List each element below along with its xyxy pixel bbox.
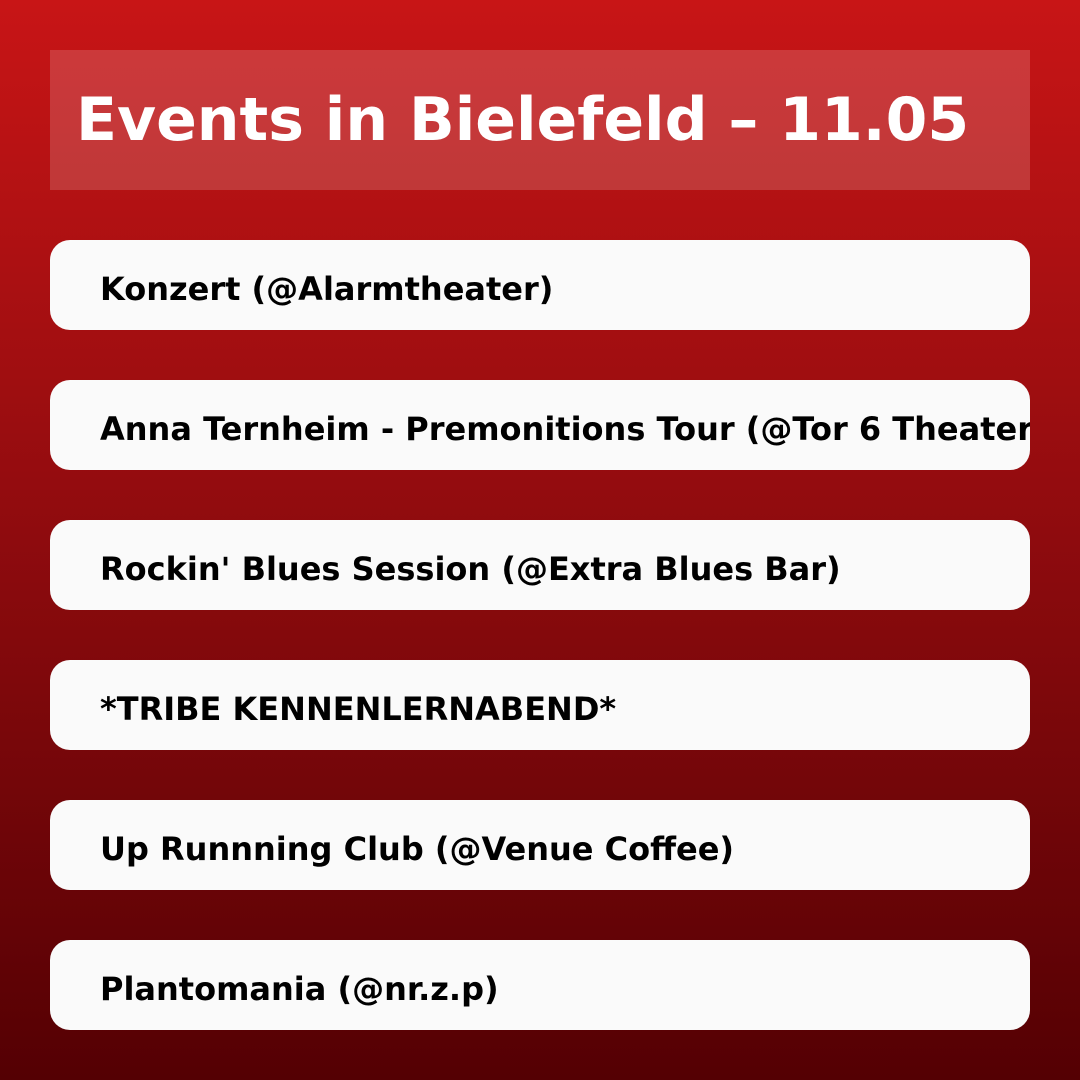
event-card[interactable]: Up Runnning Club (@Venue Coffee) — [50, 800, 1030, 890]
event-card[interactable]: Konzert (@Alarmtheater) — [50, 240, 1030, 330]
event-label: Plantomania (@nr.z.p) — [100, 970, 499, 1008]
event-card[interactable]: Plantomania (@nr.z.p) — [50, 940, 1030, 1030]
event-label: Konzert (@Alarmtheater) — [100, 270, 554, 308]
page-title: Events in Bielefeld – 11.05 — [76, 85, 970, 155]
event-card[interactable]: Anna Ternheim - Premonitions Tour (@Tor … — [50, 380, 1030, 470]
event-label: Rockin' Blues Session (@Extra Blues Bar) — [100, 550, 841, 588]
event-card[interactable]: *TRIBE KENNENLERNABEND* — [50, 660, 1030, 750]
event-label: Up Runnning Club (@Venue Coffee) — [100, 830, 735, 868]
event-label: Anna Ternheim - Premonitions Tour (@Tor … — [100, 410, 1030, 448]
event-card[interactable]: Rockin' Blues Session (@Extra Blues Bar) — [50, 520, 1030, 610]
header: Events in Bielefeld – 11.05 — [50, 50, 1030, 190]
event-label: *TRIBE KENNENLERNABEND* — [100, 690, 617, 728]
